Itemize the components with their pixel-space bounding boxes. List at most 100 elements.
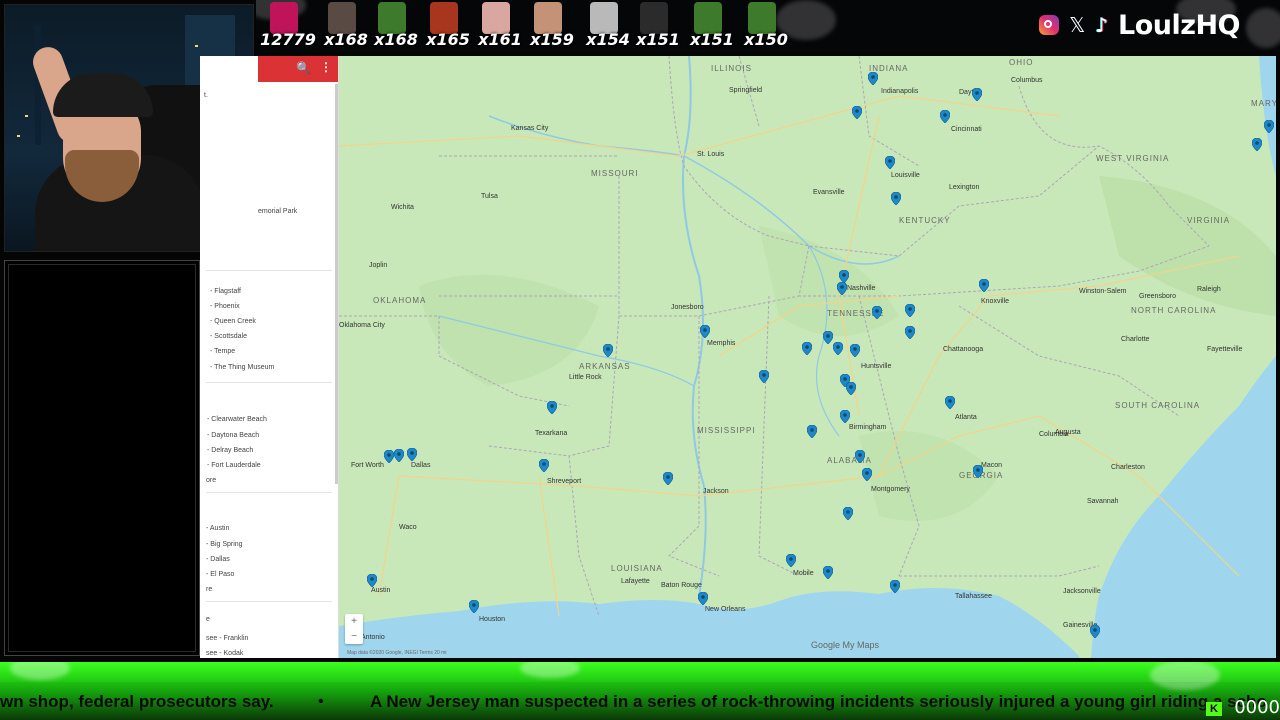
emote-badge: x151 bbox=[684, 2, 734, 50]
emote-count: x151 bbox=[636, 30, 680, 49]
city-label: Indianapolis bbox=[881, 88, 919, 95]
map-pin-icon[interactable] bbox=[891, 192, 901, 205]
sidebar-scrollbar[interactable] bbox=[335, 84, 338, 484]
map-pin-icon[interactable] bbox=[833, 342, 843, 355]
map-pin-icon[interactable] bbox=[862, 468, 872, 481]
map-pin-icon[interactable] bbox=[855, 450, 865, 463]
map-pin-icon[interactable] bbox=[407, 448, 417, 461]
map-pin-icon[interactable] bbox=[384, 450, 394, 463]
map-pin-icon[interactable] bbox=[807, 425, 817, 438]
map-pin-icon[interactable] bbox=[823, 566, 833, 579]
zoom-out-button[interactable]: − bbox=[345, 629, 363, 644]
sidebar-place-item[interactable]: see - Franklin bbox=[206, 635, 248, 642]
sidebar-header: 🔍 ⋮ bbox=[258, 56, 338, 82]
google-my-maps-logo: Google My Maps bbox=[811, 640, 880, 650]
emote-badge: x151 bbox=[630, 2, 680, 50]
sidebar-place-item[interactable]: emorial Park bbox=[258, 208, 297, 215]
map-pin-icon[interactable] bbox=[972, 88, 982, 101]
google-map[interactable]: ILLINOIS INDIANA OHIO MISSOURI KENTUCKY WEST … bbox=[339, 56, 1276, 658]
map-pin-icon[interactable] bbox=[979, 279, 989, 292]
sidebar-place-item[interactable]: - Tempe bbox=[210, 348, 235, 355]
city-label: Jacksonville bbox=[1063, 588, 1101, 595]
map-canvas bbox=[339, 56, 1276, 658]
sidebar-place-item[interactable]: - Fort Lauderdale bbox=[207, 462, 261, 469]
city-label: New Orleans bbox=[705, 606, 746, 613]
map-pin-icon[interactable] bbox=[802, 342, 812, 355]
ticker-separator: • bbox=[318, 693, 324, 710]
map-pin-icon[interactable] bbox=[759, 370, 769, 383]
sidebar-place-item[interactable]: - Delray Beach bbox=[207, 447, 253, 454]
map-pin-icon[interactable] bbox=[890, 580, 900, 593]
city-label: Baton Rouge bbox=[661, 582, 702, 589]
map-pin-icon[interactable] bbox=[700, 325, 710, 338]
map-pin-icon[interactable] bbox=[469, 600, 479, 613]
tiktok-icon: ♪ bbox=[1095, 13, 1108, 37]
social-links: 𝕏 ♪ LoulzHQ bbox=[1039, 10, 1241, 41]
city-label: Waco bbox=[399, 524, 417, 531]
map-pin-icon[interactable] bbox=[394, 449, 404, 462]
sidebar-place-item[interactable]: - Queen Creek bbox=[210, 318, 256, 325]
sidebar-place-item[interactable]: - Scottsdale bbox=[210, 333, 247, 340]
emote-badge: 12779 bbox=[260, 2, 316, 50]
emote-badge: x159 bbox=[524, 2, 574, 50]
map-attribution[interactable]: Map data ©2020 Google, INEGI Terms 20 mi bbox=[347, 650, 446, 656]
city-label: Austin bbox=[371, 587, 391, 594]
map-pin-icon[interactable] bbox=[837, 282, 847, 295]
map-pin-icon[interactable] bbox=[1090, 625, 1100, 638]
map-pin-icon[interactable] bbox=[539, 459, 549, 472]
map-pin-icon[interactable] bbox=[786, 554, 796, 567]
map-pin-icon[interactable] bbox=[1252, 138, 1262, 151]
city-label: Tallahassee bbox=[955, 593, 992, 600]
map-pin-icon[interactable] bbox=[940, 110, 950, 123]
city-label: Springfield bbox=[729, 87, 763, 94]
city-label: Winston-Salem bbox=[1079, 288, 1127, 295]
sidebar-place-item[interactable]: e bbox=[206, 616, 210, 623]
map-pin-icon[interactable] bbox=[547, 401, 557, 414]
map-pin-icon[interactable] bbox=[1264, 120, 1274, 133]
sidebar-place-item[interactable]: - El Paso bbox=[206, 571, 234, 578]
map-pin-icon[interactable] bbox=[905, 326, 915, 339]
sidebar-place-item[interactable]: - Flagstaff bbox=[210, 288, 241, 295]
more-options-icon[interactable]: ⋮ bbox=[320, 60, 332, 74]
sidebar-place-item[interactable]: re bbox=[206, 586, 212, 593]
map-pin-icon[interactable] bbox=[603, 344, 613, 357]
sidebar-place-item[interactable]: - Dallas bbox=[206, 556, 230, 563]
search-icon[interactable]: 🔍 bbox=[296, 61, 311, 75]
sidebar-place-item[interactable]: ore bbox=[206, 477, 216, 484]
map-pin-icon[interactable] bbox=[367, 574, 377, 587]
sidebar-place-item[interactable]: - The Thing Museum bbox=[210, 364, 274, 371]
sidebar-place-item[interactable]: - Daytona Beach bbox=[207, 432, 259, 439]
city-label: Wichita bbox=[391, 204, 414, 211]
map-pin-icon[interactable] bbox=[872, 306, 882, 319]
sidebar-place-item[interactable]: - Big Spring bbox=[206, 541, 243, 548]
city-label: Chattanooga bbox=[943, 346, 984, 353]
map-pin-icon[interactable] bbox=[850, 344, 860, 357]
sidebar-place-item[interactable]: see - Kodak bbox=[206, 650, 243, 657]
city-label: Tulsa bbox=[481, 193, 498, 200]
kick-logo-icon: K bbox=[1206, 702, 1222, 716]
emote-badge: x161 bbox=[472, 2, 522, 50]
city-label: Dallas bbox=[411, 462, 431, 469]
zoom-controls[interactable]: + − bbox=[345, 614, 363, 644]
map-pin-icon[interactable] bbox=[973, 465, 983, 478]
sidebar-place-item[interactable]: - Clearwater Beach bbox=[207, 416, 267, 423]
map-pin-icon[interactable] bbox=[868, 72, 878, 85]
map-pin-icon[interactable] bbox=[905, 304, 915, 317]
sidebar-place-item[interactable]: - Austin bbox=[206, 525, 229, 532]
sidebar-divider bbox=[206, 601, 332, 602]
map-pin-icon[interactable] bbox=[945, 396, 955, 409]
map-pin-icon[interactable] bbox=[843, 507, 853, 520]
sidebar-place-item[interactable]: t. bbox=[204, 92, 208, 99]
map-pin-icon[interactable] bbox=[852, 106, 862, 119]
news-ticker: wn shop, federal prosecutors say. • A Ne… bbox=[0, 662, 1280, 720]
state-label: VIRGINIA bbox=[1187, 216, 1231, 225]
map-pin-icon[interactable] bbox=[840, 410, 850, 423]
map-pin-icon[interactable] bbox=[885, 156, 895, 169]
map-pin-icon[interactable] bbox=[698, 592, 708, 605]
city-label: Houston bbox=[479, 616, 506, 623]
zoom-in-button[interactable]: + bbox=[345, 614, 363, 629]
map-pin-icon[interactable] bbox=[823, 331, 833, 344]
sidebar-place-item[interactable]: - Phoenix bbox=[210, 303, 240, 310]
map-pin-icon[interactable] bbox=[846, 382, 856, 395]
map-pin-icon[interactable] bbox=[663, 472, 673, 485]
